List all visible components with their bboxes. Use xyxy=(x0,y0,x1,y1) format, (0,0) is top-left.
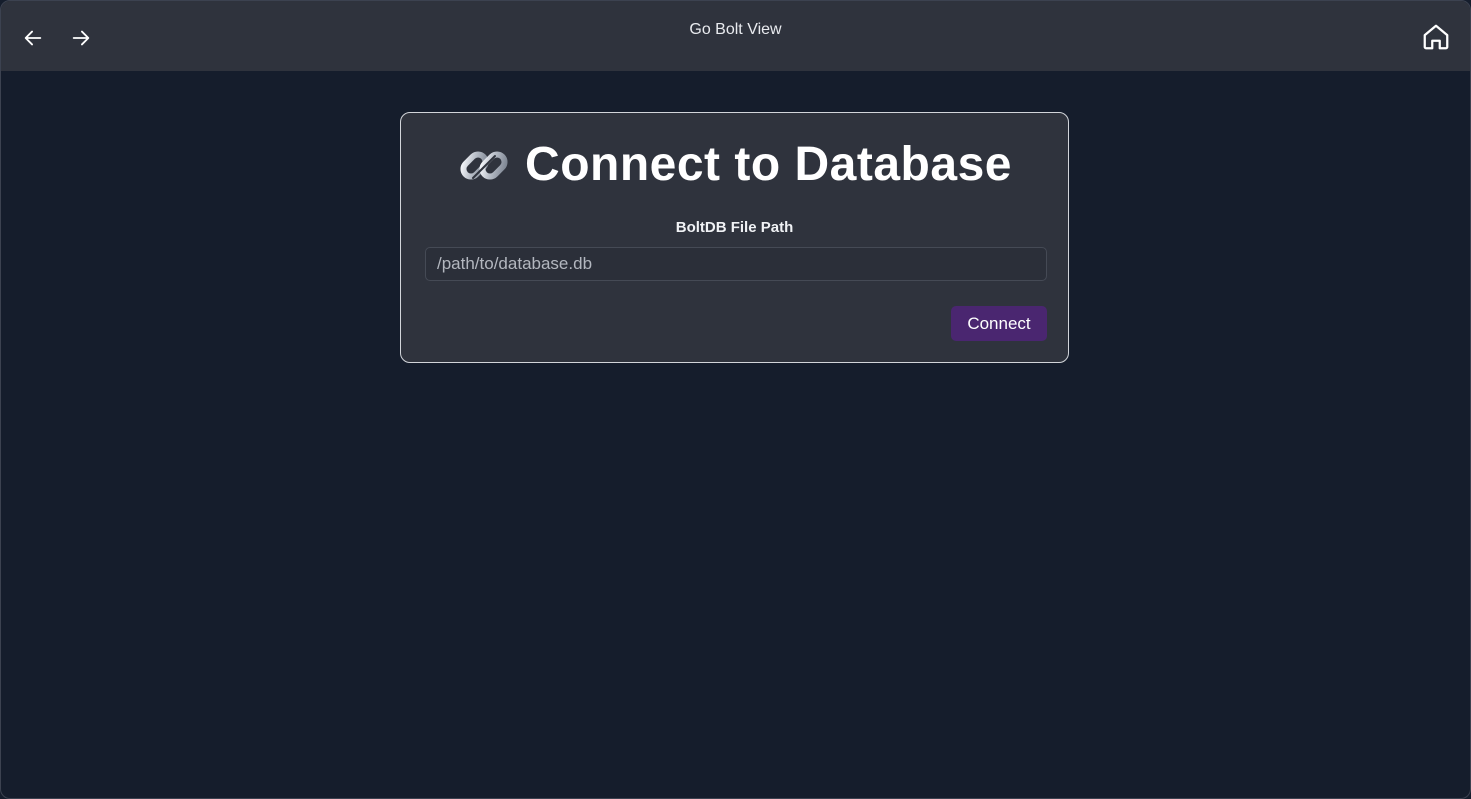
home-icon xyxy=(1423,24,1449,50)
connect-card: Connect to Database BoltDB File Path Con… xyxy=(400,112,1069,363)
path-input[interactable] xyxy=(425,247,1047,281)
connect-button[interactable]: Connect xyxy=(951,306,1047,341)
link-icon xyxy=(457,138,511,192)
app-window: Go Bolt View Connect to Database BoltDB … xyxy=(0,0,1471,799)
app-title: Go Bolt View xyxy=(689,21,782,38)
connect-title: Connect to Database xyxy=(401,137,1068,192)
path-label: BoltDB File Path xyxy=(675,219,794,236)
connect-title-text: Connect to Database xyxy=(525,138,1012,191)
home-button[interactable] xyxy=(1420,21,1452,53)
titlebar: Go Bolt View xyxy=(1,1,1470,71)
